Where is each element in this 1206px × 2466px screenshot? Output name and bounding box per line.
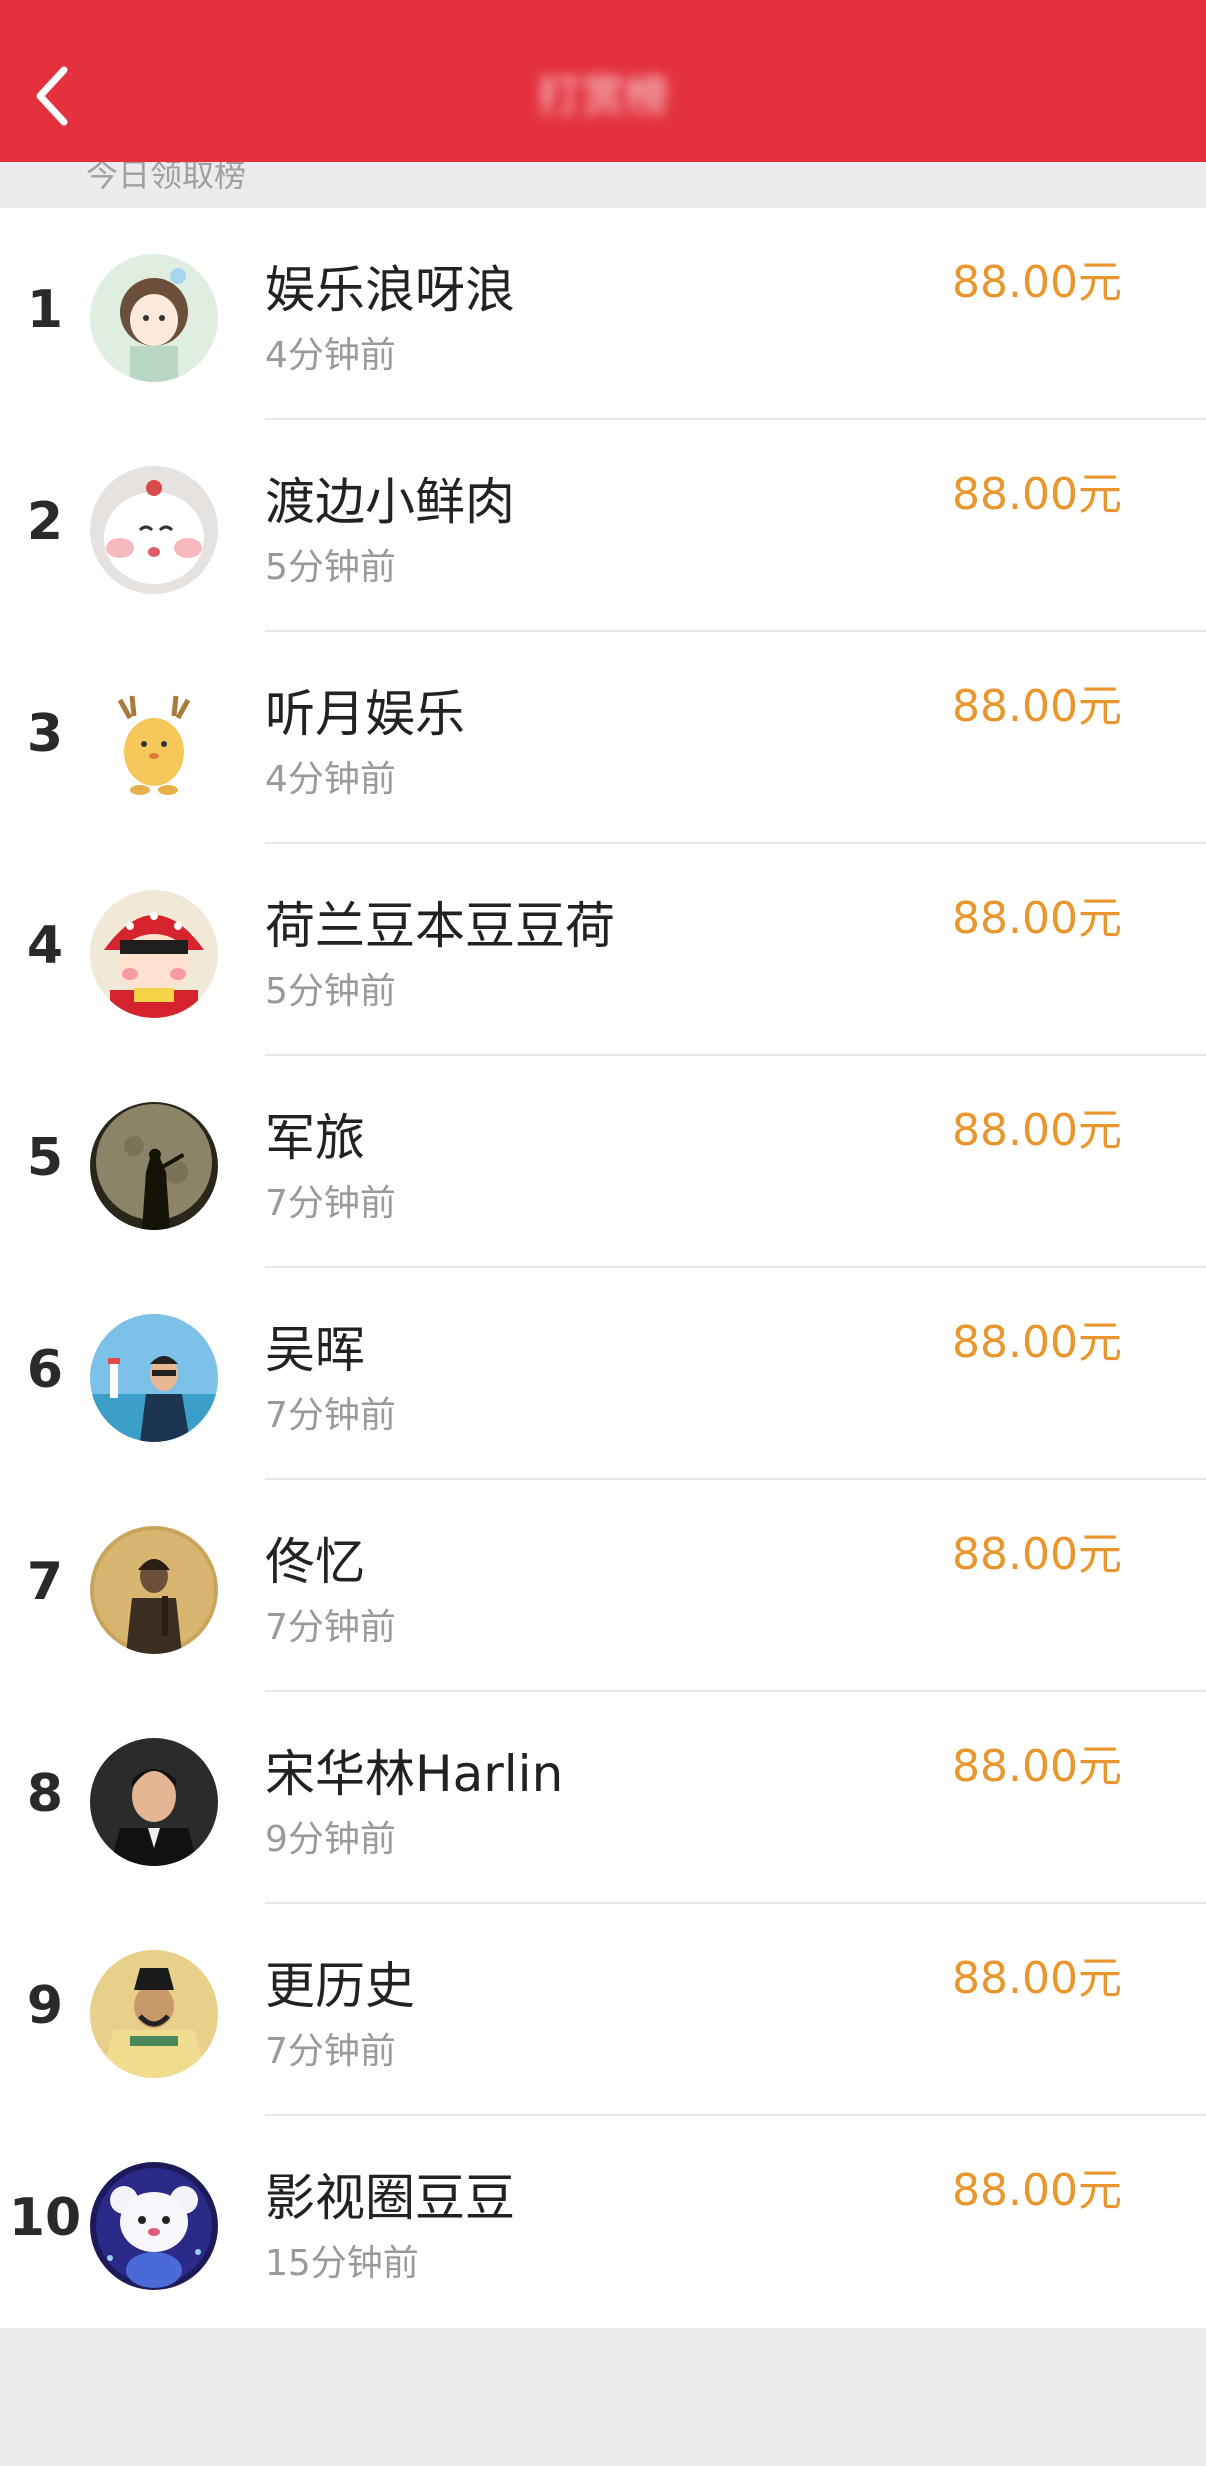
time-ago: 5分钟前 [265, 971, 396, 1012]
avatar[interactable] [90, 1526, 218, 1654]
list-item[interactable]: 5 军旅 7分钟前 88.00元 [0, 1056, 1206, 1268]
rank-number: 6 [26, 1340, 64, 1400]
user-name: 荷兰豆本豆豆荷 [265, 897, 615, 955]
amount: 88.00元 [952, 257, 1122, 308]
list-item[interactable]: 6 吴晖 7分钟前 88.00元 [0, 1268, 1206, 1480]
avatar[interactable] [90, 1102, 218, 1230]
list-item[interactable]: 1 娱乐浪呀浪 4分钟前 88.00元 [0, 208, 1206, 420]
amount: 88.00元 [952, 2165, 1122, 2216]
user-name: 更历史 [265, 1957, 415, 2015]
list-item[interactable]: 8 宋华林Harlin 9分钟前 88.00元 [0, 1692, 1206, 1904]
time-ago: 7分钟前 [265, 1395, 396, 1436]
avatar[interactable] [90, 1950, 218, 2078]
rank-number: 9 [26, 1976, 64, 2036]
time-ago: 5分钟前 [265, 547, 396, 588]
user-name: 听月娱乐 [265, 685, 465, 743]
rank-number: 4 [26, 916, 64, 976]
amount: 88.00元 [952, 469, 1122, 520]
user-name: 吴晖 [265, 1321, 365, 1379]
amount: 88.00元 [952, 1741, 1122, 1792]
page-footer [0, 2328, 1206, 2466]
user-name: 佟忆 [265, 1533, 365, 1591]
amount: 88.00元 [952, 1529, 1122, 1580]
time-ago: 4分钟前 [265, 759, 396, 800]
time-ago: 15分钟前 [265, 2243, 419, 2284]
user-name: 影视圈豆豆 [265, 2169, 515, 2227]
list-item[interactable]: 10 影视圈豆豆 15分钟前 88.00元 [0, 2116, 1206, 2328]
rank-number: 5 [26, 1128, 64, 1188]
subheader-label: 今日领取榜 [86, 162, 247, 194]
user-name: 宋华林Harlin [265, 1745, 564, 1803]
rank-number: 8 [26, 1764, 64, 1824]
app-header: 打赏榜 [0, 0, 1206, 162]
time-ago: 7分钟前 [265, 1183, 396, 1224]
list-subheader: 今日领取榜 [0, 162, 1206, 208]
list-item[interactable]: 2 渡边小鲜肉 5分钟前 88.00元 [0, 420, 1206, 632]
avatar[interactable] [90, 890, 218, 1018]
avatar[interactable] [90, 254, 218, 382]
rank-number: 1 [26, 280, 64, 340]
list-item[interactable]: 4 荷兰豆本豆豆荷 5分钟前 88.00元 [0, 844, 1206, 1056]
avatar[interactable] [90, 466, 218, 594]
user-name: 渡边小鲜肉 [265, 473, 515, 531]
amount: 88.00元 [952, 681, 1122, 732]
list-item[interactable]: 9 更历史 7分钟前 88.00元 [0, 1904, 1206, 2116]
avatar[interactable] [90, 1314, 218, 1442]
user-name: 军旅 [265, 1109, 365, 1167]
time-ago: 4分钟前 [265, 335, 396, 376]
amount: 88.00元 [952, 893, 1122, 944]
amount: 88.00元 [952, 1953, 1122, 2004]
time-ago: 7分钟前 [265, 1607, 396, 1648]
rank-number: 2 [26, 492, 64, 552]
rank-number: 10 [8, 2188, 82, 2248]
time-ago: 7分钟前 [265, 2031, 396, 2072]
list-item[interactable]: 3 听月娱乐 4分钟前 88.00元 [0, 632, 1206, 844]
rank-number: 3 [26, 704, 64, 764]
ranking-list: 1 娱乐浪呀浪 4分钟前 88.00元 2 渡边小鲜肉 5分钟前 88.00元 … [0, 208, 1206, 2328]
avatar[interactable] [90, 2162, 218, 2290]
page-title: 打赏榜 [537, 71, 669, 122]
avatar[interactable] [90, 678, 218, 806]
time-ago: 9分钟前 [265, 1819, 396, 1860]
amount: 88.00元 [952, 1105, 1122, 1156]
list-item[interactable]: 7 佟忆 7分钟前 88.00元 [0, 1480, 1206, 1692]
rank-number: 7 [26, 1552, 64, 1612]
avatar[interactable] [90, 1738, 218, 1866]
user-name: 娱乐浪呀浪 [265, 261, 515, 319]
amount: 88.00元 [952, 1317, 1122, 1368]
